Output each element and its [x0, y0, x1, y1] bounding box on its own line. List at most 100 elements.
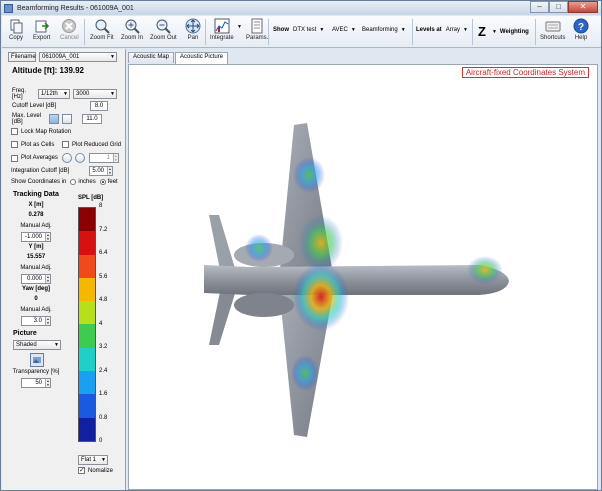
spinner-icon[interactable]: ▲ ▼	[107, 167, 112, 175]
flat-dropdown[interactable]: Flat 1 ▼	[78, 455, 108, 465]
picture-load-icon[interactable]	[30, 353, 44, 367]
normalize-label: Nomalize	[88, 467, 114, 474]
plot-reduced-label: Plot Reduced Grid	[72, 141, 122, 148]
zoom-fit-label: Zoom Fit	[90, 35, 114, 41]
averages-input[interactable]: 1 ▲ ▼	[88, 153, 119, 163]
help-button[interactable]: ? Help	[573, 18, 589, 41]
colorbar-band	[79, 277, 95, 302]
yaw-label: Yaw [deg]	[21, 286, 50, 292]
pan-button[interactable]: Pan	[185, 18, 201, 41]
integration-input[interactable]: 5.00 ▲ ▼	[89, 166, 113, 176]
inches-radio[interactable]	[70, 179, 77, 185]
auto-level-icon[interactable]	[49, 114, 59, 124]
coords-label: Show Coordinates in	[11, 179, 67, 185]
plot-averages-checkbox[interactable]	[11, 154, 18, 162]
colorbar-tick-label: 4	[99, 320, 103, 327]
export-button[interactable]: Export	[33, 18, 50, 41]
integration-label: Integration Cutoff [dB]	[11, 168, 70, 174]
close-button[interactable]: ✕	[568, 1, 598, 13]
maxlevel-value: 11.0	[86, 116, 98, 122]
chevron-down-icon: ▼	[110, 54, 115, 60]
transparency-input[interactable]: 50 ▲ ▼	[21, 378, 51, 388]
integrate-icon	[214, 18, 230, 34]
colorbar-band	[79, 394, 95, 418]
tab-acoustic-picture[interactable]: Acoustic Picture	[175, 52, 229, 64]
colorbar-tick-label: 4.8	[99, 297, 108, 303]
toolbar-separator	[535, 19, 536, 45]
noise-source-nose	[467, 256, 503, 284]
filename-value: 061009A_001	[42, 54, 80, 60]
maxlevel-input[interactable]: 11.0	[82, 114, 102, 124]
yaw-adj-input[interactable]: 3.0 ▲ ▼	[21, 316, 51, 326]
copy-button[interactable]: Copy	[8, 18, 24, 41]
checkbox[interactable]	[62, 141, 69, 148]
feet-radio[interactable]	[99, 179, 106, 185]
normalize-checkbox[interactable]: Nomalize	[78, 466, 114, 474]
show-dropdown[interactable]: Show DTX test ▼	[273, 27, 324, 33]
lock-map-checkbox[interactable]: Lock Map Rotation	[11, 128, 71, 135]
checkbox[interactable]	[11, 128, 18, 135]
cancel-button[interactable]: Cancel	[60, 18, 79, 41]
zoom-out-button[interactable]: Zoom Out	[150, 18, 177, 41]
filename-button[interactable]: Filename	[8, 52, 36, 62]
checkbox[interactable]	[11, 141, 18, 148]
freq-value-dropdown[interactable]: 3000 ▼	[73, 89, 117, 99]
yaw-value: 0	[34, 296, 38, 302]
x-adj-input[interactable]: -1.000 ▲ ▼	[21, 232, 51, 242]
copy-icon	[10, 19, 23, 34]
spinner-icon[interactable]: ▲ ▼	[45, 379, 50, 387]
plot-cells-checkbox[interactable]: Plot as Cells	[11, 141, 54, 148]
left-panel: Filename 061009A_001 ▼ Altitude [ft]: 139…	[2, 49, 126, 490]
filename-dropdown[interactable]: 061009A_001 ▼	[39, 52, 117, 62]
flat-value: Flat 1	[81, 457, 97, 463]
plot-reduced-checkbox[interactable]: Plot Reduced Grid	[62, 141, 121, 148]
beamforming-dropdown[interactable]: Beamforming ▼	[362, 27, 406, 33]
freq-band-dropdown[interactable]: 1/12th ▼	[38, 89, 70, 99]
chevron-down-icon: ▼	[110, 91, 115, 97]
integration-value: 5.00	[92, 168, 104, 174]
avec-dropdown[interactable]: AVEC ▼	[332, 27, 356, 33]
transparency-label: Transparency [%]	[12, 369, 60, 375]
maximize-button[interactable]: □	[549, 1, 568, 13]
spinner-icon[interactable]: ▲ ▼	[45, 317, 50, 325]
spinner-icon[interactable]: ▲ ▼	[45, 275, 50, 283]
zoom-in-button[interactable]: Zoom In	[121, 18, 143, 41]
z-weighting-dropdown[interactable]: Z ▼ Weighting	[478, 24, 533, 39]
copy-label: Copy	[8, 35, 23, 41]
cutoff-input[interactable]: 8.0	[90, 101, 108, 111]
avg-prev-icon[interactable]	[61, 153, 72, 163]
levels-value: Array	[445, 27, 461, 33]
lock-level-icon[interactable]	[62, 114, 72, 124]
title-bar: Beamforming Results - 061009A_001 – □ ✕	[1, 1, 601, 15]
tab-acoustic-map[interactable]: Acoustic Map	[128, 52, 175, 63]
zoom-in-icon	[125, 19, 140, 34]
levels-dropdown[interactable]: Levels at Array ▼	[416, 27, 468, 33]
minimize-button[interactable]: –	[530, 1, 549, 13]
spinner-icon[interactable]: ▲ ▼	[45, 233, 50, 241]
zoom-fit-button[interactable]: Zoom Fit	[90, 18, 114, 41]
window-controls: – □ ✕	[530, 1, 598, 13]
params-button[interactable]: Params.	[246, 18, 268, 41]
avec-value: AVEC	[332, 27, 348, 33]
main-area: Acoustic Map Acoustic Picture Aircraft-f…	[128, 52, 600, 490]
integrate-button[interactable]: Integrate	[210, 18, 234, 41]
averages-value: 1	[106, 155, 110, 161]
spinner-icon[interactable]: ▲ ▼	[112, 154, 118, 162]
levels-label: Levels at	[416, 27, 442, 33]
y-adj-input[interactable]: 0.000 ▲ ▼	[21, 274, 51, 284]
checkbox[interactable]	[78, 466, 85, 474]
help-icon: ?	[573, 18, 589, 34]
colorbar-band	[79, 301, 95, 325]
acoustic-picture-canvas[interactable]: Aircraft-fixed Coordinates System	[128, 64, 598, 490]
plot-cells-label: Plot as Cells	[21, 141, 55, 148]
chevron-down-icon: ▼	[491, 28, 497, 35]
shortcuts-label: Shortcuts	[540, 35, 566, 41]
cancel-icon	[62, 19, 77, 33]
avg-next-icon[interactable]	[74, 153, 85, 163]
noise-source-lower-engine	[293, 263, 349, 331]
toolbar: Copy Export Cancel Zoom Fit Zoom In Zoom…	[2, 16, 601, 48]
plot-averages-label: Plot Averages	[21, 155, 58, 161]
integrate-dropdown-icon[interactable]: ▼	[237, 24, 242, 30]
picture-mode-dropdown[interactable]: Shaded ▼	[13, 340, 61, 350]
shortcuts-button[interactable]: Shortcuts	[540, 18, 565, 41]
